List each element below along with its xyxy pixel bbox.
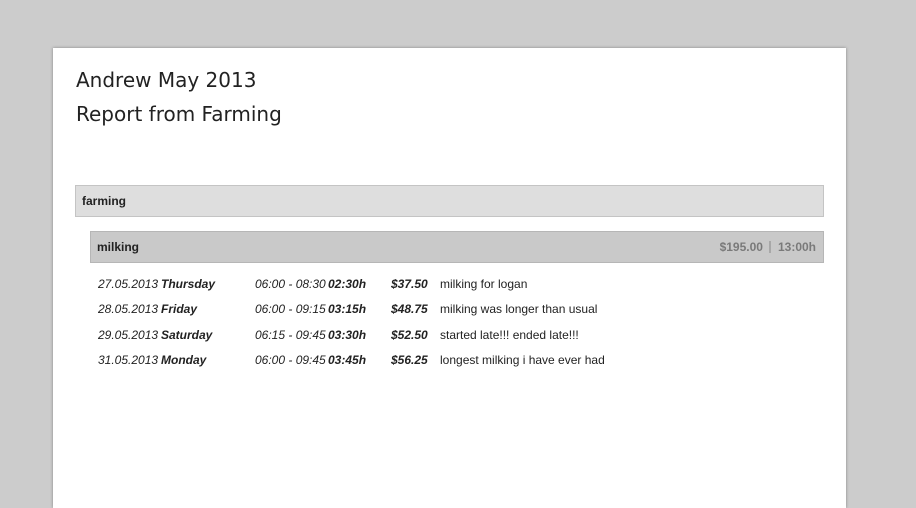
entry-duration: 03:30h [328,327,367,342]
entry-amount: $52.50 [391,327,428,342]
task-totals: $195.00 13:00h [720,240,816,254]
entry-weekday: Friday [161,302,198,317]
entry-date: 29.05.2013 [98,327,159,342]
entry-time-range: 06:00 - 09:15 [255,302,326,317]
entry-time-range: 06:15 - 09:45 [255,327,326,342]
entry-date: 27.05.2013 [98,277,159,291]
report-title: Andrew May 2013 [76,68,257,92]
entry-amount: $48.75 [391,302,428,317]
entry-time-range: 06:00 - 09:45 [255,352,326,367]
entry-weekday: Saturday [161,327,213,342]
entry-description: milking for logan [440,277,528,291]
entry-description: longest milking i have ever had [440,352,605,367]
totals-divider [768,241,771,253]
project-name: farming [82,194,127,208]
task-total-hours: 13:00h [777,240,816,254]
entry-duration: 03:45h [328,352,367,367]
entry-description: milking was longer than usual [440,302,598,317]
task-total-amount: $195.00 [719,240,763,254]
entry-weekday: Thursday [161,277,216,291]
entry-duration: 03:15h [328,302,367,317]
entry-time-range: 06:00 - 08:30 [255,277,326,291]
entry-date: 31.05.2013 [98,352,159,367]
entry-description: started late!!! ended late!!! [440,327,579,342]
entry-duration: 02:30h [328,277,367,291]
entry-weekday: Monday [161,352,207,367]
project-header: farming [75,185,824,217]
entry-date: 28.05.2013 [98,302,159,317]
task-header: milking $195.00 13:00h [90,231,824,263]
entry-amount: $37.50 [391,277,428,291]
report-page: Andrew May 2013 Report from Farming farm… [53,48,846,508]
task-name: milking [97,240,140,254]
entry-amount: $56.25 [391,352,428,367]
report-subtitle: Report from Farming [76,102,282,126]
